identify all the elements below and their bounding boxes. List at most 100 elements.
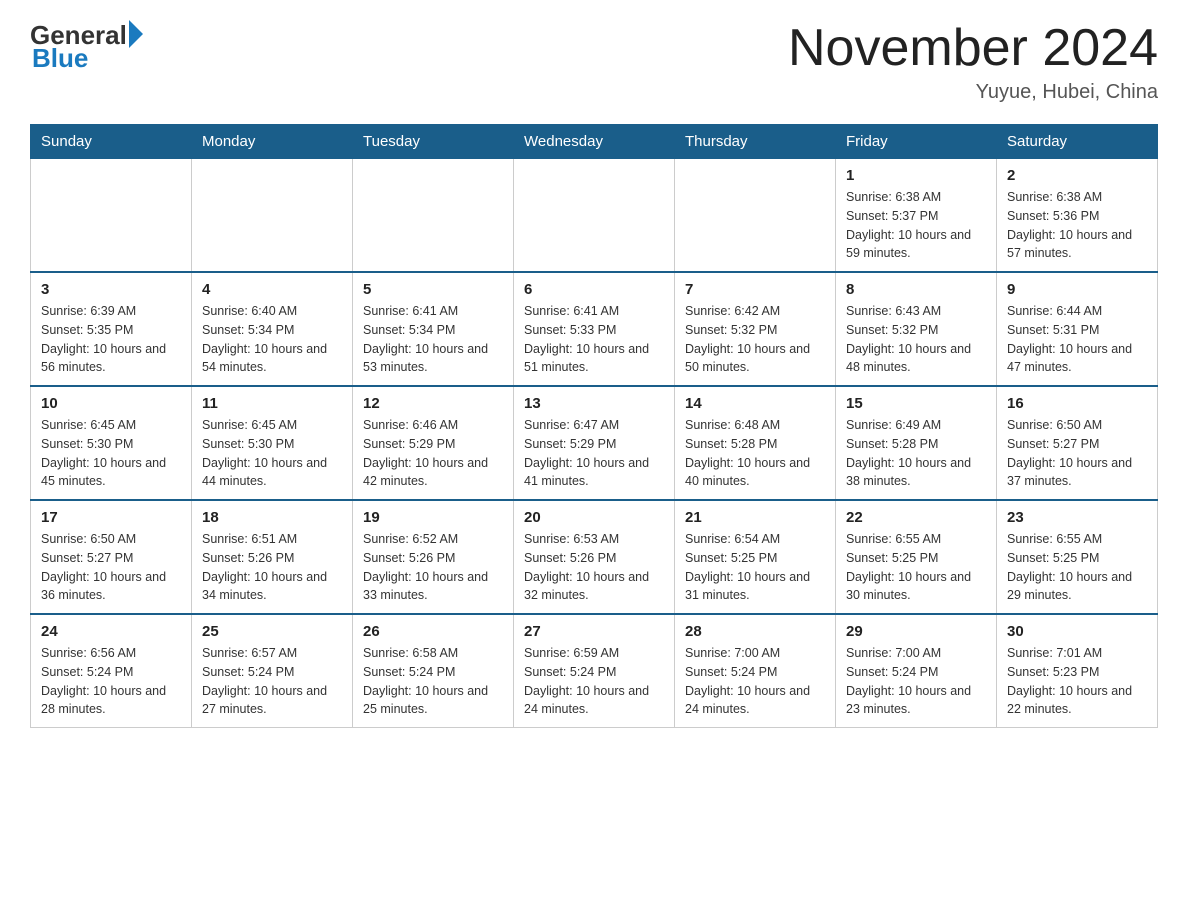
logo: General Blue <box>30 20 143 74</box>
calendar-cell: 24 Sunrise: 6:56 AM Sunset: 5:24 PM Dayli… <box>31 614 192 728</box>
day-info: Sunrise: 6:38 AM Sunset: 5:36 PM Dayligh… <box>1007 188 1147 263</box>
day-info: Sunrise: 6:58 AM Sunset: 5:24 PM Dayligh… <box>363 644 503 719</box>
month-year-title: November 2024 <box>788 20 1158 77</box>
day-info: Sunrise: 6:51 AM Sunset: 5:26 PM Dayligh… <box>202 530 342 605</box>
day-number: 23 <box>1007 509 1147 526</box>
day-number: 5 <box>363 281 503 298</box>
day-info: Sunrise: 6:55 AM Sunset: 5:25 PM Dayligh… <box>1007 530 1147 605</box>
weekday-header-thursday: Thursday <box>675 125 836 159</box>
calendar-cell: 19Sunrise: 6:52 AM Sunset: 5:26 PM Dayli… <box>353 500 514 614</box>
day-info: Sunrise: 6:54 AM Sunset: 5:25 PM Dayligh… <box>685 530 825 605</box>
day-info: Sunrise: 6:53 AM Sunset: 5:26 PM Dayligh… <box>524 530 664 605</box>
calendar-cell: 21Sunrise: 6:54 AM Sunset: 5:25 PM Dayli… <box>675 500 836 614</box>
calendar-cell: 16 Sunrise: 6:50 AM Sunset: 5:27 PM Dayli… <box>997 386 1158 500</box>
day-info: Sunrise: 6:55 AM Sunset: 5:25 PM Dayligh… <box>846 530 986 605</box>
calendar-cell <box>675 159 836 273</box>
calendar-week-4: 17 Sunrise: 6:50 AM Sunset: 5:27 PM Dayli… <box>31 500 1158 614</box>
page-header: General Blue November 2024 Yuyue, Hubei,… <box>30 20 1158 104</box>
calendar-cell: 9 Sunrise: 6:44 AM Sunset: 5:31 PM Daylig… <box>997 272 1158 386</box>
day-info: Sunrise: 6:41 AM Sunset: 5:34 PM Dayligh… <box>363 302 503 377</box>
day-number: 10 <box>41 395 181 412</box>
day-number: 17 <box>41 509 181 526</box>
calendar-cell: 29Sunrise: 7:00 AM Sunset: 5:24 PM Dayli… <box>836 614 997 728</box>
weekday-header-wednesday: Wednesday <box>514 125 675 159</box>
calendar-week-5: 24 Sunrise: 6:56 AM Sunset: 5:24 PM Dayli… <box>31 614 1158 728</box>
calendar-cell: 3 Sunrise: 6:39 AM Sunset: 5:35 PM Daylig… <box>31 272 192 386</box>
day-info: Sunrise: 6:57 AM Sunset: 5:24 PM Dayligh… <box>202 644 342 719</box>
calendar-cell: 28 Sunrise: 7:00 AM Sunset: 5:24 PM Dayli… <box>675 614 836 728</box>
day-info: Sunrise: 6:40 AM Sunset: 5:34 PM Dayligh… <box>202 302 342 377</box>
calendar-cell: 23 Sunrise: 6:55 AM Sunset: 5:25 PM Dayli… <box>997 500 1158 614</box>
day-info: Sunrise: 6:39 AM Sunset: 5:35 PM Dayligh… <box>41 302 181 377</box>
day-info: Sunrise: 6:47 AM Sunset: 5:29 PM Dayligh… <box>524 416 664 491</box>
day-number: 13 <box>524 395 664 412</box>
calendar-cell <box>514 159 675 273</box>
calendar-cell: 30Sunrise: 7:01 AM Sunset: 5:23 PM Dayli… <box>997 614 1158 728</box>
day-info: Sunrise: 6:52 AM Sunset: 5:26 PM Dayligh… <box>363 530 503 605</box>
day-info: Sunrise: 6:46 AM Sunset: 5:29 PM Dayligh… <box>363 416 503 491</box>
day-number: 16 <box>1007 395 1147 412</box>
calendar-cell: 25 Sunrise: 6:57 AM Sunset: 5:24 PM Dayli… <box>192 614 353 728</box>
calendar-cell <box>31 159 192 273</box>
calendar-cell: 20Sunrise: 6:53 AM Sunset: 5:26 PM Dayli… <box>514 500 675 614</box>
day-number: 22 <box>846 509 986 526</box>
day-number: 8 <box>846 281 986 298</box>
day-info: Sunrise: 6:50 AM Sunset: 5:27 PM Dayligh… <box>41 530 181 605</box>
day-number: 28 <box>685 623 825 640</box>
day-info: Sunrise: 6:45 AM Sunset: 5:30 PM Dayligh… <box>202 416 342 491</box>
weekday-header-friday: Friday <box>836 125 997 159</box>
day-info: Sunrise: 6:45 AM Sunset: 5:30 PM Dayligh… <box>41 416 181 491</box>
weekday-header-saturday: Saturday <box>997 125 1158 159</box>
day-number: 11 <box>202 395 342 412</box>
day-info: Sunrise: 6:49 AM Sunset: 5:28 PM Dayligh… <box>846 416 986 491</box>
day-number: 2 <box>1007 167 1147 184</box>
calendar-cell: 8Sunrise: 6:43 AM Sunset: 5:32 PM Daylig… <box>836 272 997 386</box>
day-number: 1 <box>846 167 986 184</box>
weekday-header-monday: Monday <box>192 125 353 159</box>
day-number: 26 <box>363 623 503 640</box>
logo-triangle-icon <box>129 20 143 48</box>
title-area: November 2024 Yuyue, Hubei, China <box>788 20 1158 104</box>
calendar-cell: 6 Sunrise: 6:41 AM Sunset: 5:33 PM Daylig… <box>514 272 675 386</box>
calendar-cell: 1 Sunrise: 6:38 AM Sunset: 5:37 PM Daylig… <box>836 159 997 273</box>
calendar-cell: 14Sunrise: 6:48 AM Sunset: 5:28 PM Dayli… <box>675 386 836 500</box>
weekday-header-tuesday: Tuesday <box>353 125 514 159</box>
day-number: 4 <box>202 281 342 298</box>
day-number: 6 <box>524 281 664 298</box>
day-info: Sunrise: 6:50 AM Sunset: 5:27 PM Dayligh… <box>1007 416 1147 491</box>
calendar-cell: 13 Sunrise: 6:47 AM Sunset: 5:29 PM Dayli… <box>514 386 675 500</box>
weekday-header-row: SundayMondayTuesdayWednesdayThursdayFrid… <box>31 125 1158 159</box>
calendar-cell: 26 Sunrise: 6:58 AM Sunset: 5:24 PM Dayli… <box>353 614 514 728</box>
day-number: 7 <box>685 281 825 298</box>
calendar-table: SundayMondayTuesdayWednesdayThursdayFrid… <box>30 124 1158 728</box>
weekday-header-sunday: Sunday <box>31 125 192 159</box>
day-info: Sunrise: 6:44 AM Sunset: 5:31 PM Dayligh… <box>1007 302 1147 377</box>
day-number: 18 <box>202 509 342 526</box>
day-number: 15 <box>846 395 986 412</box>
day-number: 12 <box>363 395 503 412</box>
calendar-week-1: 1 Sunrise: 6:38 AM Sunset: 5:37 PM Daylig… <box>31 159 1158 273</box>
calendar-cell: 11 Sunrise: 6:45 AM Sunset: 5:30 PM Dayli… <box>192 386 353 500</box>
day-number: 27 <box>524 623 664 640</box>
calendar-cell: 10 Sunrise: 6:45 AM Sunset: 5:30 PM Dayli… <box>31 386 192 500</box>
calendar-cell <box>192 159 353 273</box>
day-number: 9 <box>1007 281 1147 298</box>
calendar-cell <box>353 159 514 273</box>
calendar-cell: 17 Sunrise: 6:50 AM Sunset: 5:27 PM Dayli… <box>31 500 192 614</box>
day-info: Sunrise: 7:00 AM Sunset: 5:24 PM Dayligh… <box>685 644 825 719</box>
day-info: Sunrise: 6:56 AM Sunset: 5:24 PM Dayligh… <box>41 644 181 719</box>
day-number: 25 <box>202 623 342 640</box>
calendar-week-2: 3 Sunrise: 6:39 AM Sunset: 5:35 PM Daylig… <box>31 272 1158 386</box>
day-number: 3 <box>41 281 181 298</box>
day-info: Sunrise: 6:48 AM Sunset: 5:28 PM Dayligh… <box>685 416 825 491</box>
calendar-cell: 18 Sunrise: 6:51 AM Sunset: 5:26 PM Dayli… <box>192 500 353 614</box>
day-info: Sunrise: 7:00 AM Sunset: 5:24 PM Dayligh… <box>846 644 986 719</box>
calendar-cell: 12 Sunrise: 6:46 AM Sunset: 5:29 PM Dayli… <box>353 386 514 500</box>
day-number: 24 <box>41 623 181 640</box>
day-info: Sunrise: 6:59 AM Sunset: 5:24 PM Dayligh… <box>524 644 664 719</box>
day-info: Sunrise: 6:41 AM Sunset: 5:33 PM Dayligh… <box>524 302 664 377</box>
day-info: Sunrise: 6:38 AM Sunset: 5:37 PM Dayligh… <box>846 188 986 263</box>
location-subtitle: Yuyue, Hubei, China <box>788 81 1158 104</box>
calendar-cell: 15 Sunrise: 6:49 AM Sunset: 5:28 PM Dayli… <box>836 386 997 500</box>
calendar-cell: 27 Sunrise: 6:59 AM Sunset: 5:24 PM Dayli… <box>514 614 675 728</box>
